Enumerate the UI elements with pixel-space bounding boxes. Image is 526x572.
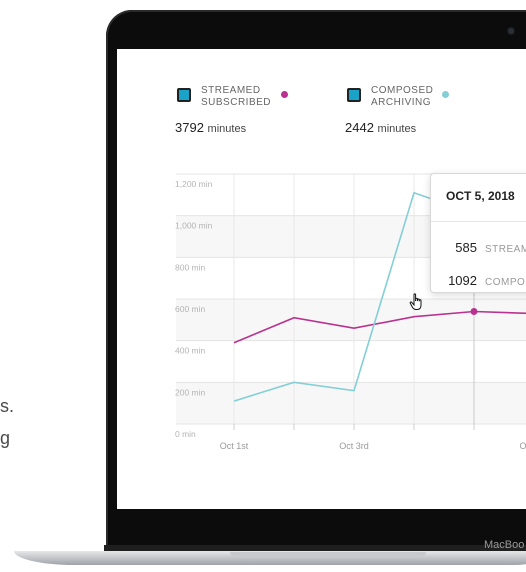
- x-tick-label: Oct 1st: [220, 441, 249, 451]
- hand-cursor-icon: [409, 293, 425, 316]
- camera-icon: [508, 28, 514, 34]
- tooltip-row-compo: 1092 COMPO: [431, 273, 526, 288]
- y-tick-label: 600 min: [175, 304, 206, 314]
- x-tick-label: Oct 3rd: [339, 441, 369, 451]
- side-text-2: g: [0, 428, 11, 448]
- brand-label: MacBoo: [484, 539, 525, 551]
- y-tick-label: 1,200 min: [175, 179, 213, 189]
- series-point: [470, 308, 478, 315]
- tooltip-value: 585: [455, 240, 477, 255]
- y-tick-label: 1,000 min: [175, 221, 213, 231]
- laptop-notch: [230, 552, 426, 557]
- y-tick-label: 200 min: [175, 387, 206, 397]
- app-screen: STREAMED SUBSCRIBED 3792 minutes COMPOSE…: [117, 49, 526, 509]
- tooltip-row-stream: 585 STREAM: [431, 240, 526, 255]
- y-tick-label: 800 min: [175, 262, 206, 272]
- tooltip-date: OCT 5, 2018: [446, 189, 515, 203]
- y-tick-label: 400 min: [175, 346, 206, 356]
- x-tick-label: Oct 6th: [519, 441, 526, 451]
- tooltip-divider: [431, 221, 526, 222]
- hover-tooltip: OCT 5, 2018 585 STREAM 1092 COMPO: [430, 173, 526, 293]
- tooltip-label: COMPO: [485, 277, 526, 288]
- tooltip-value: 1092: [448, 273, 477, 288]
- side-text-1: s.: [0, 396, 15, 416]
- y-tick-label: 0 min: [175, 429, 196, 439]
- tooltip-label: STREAM: [485, 244, 526, 255]
